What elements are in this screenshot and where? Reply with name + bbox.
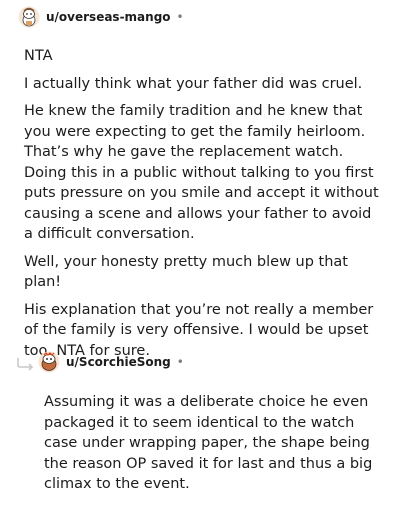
snoo-avatar-icon[interactable] <box>38 351 60 373</box>
comment-paragraph: He knew the family tradition and he knew… <box>24 103 379 242</box>
comment-header: u/ScorchieSong • <box>38 351 184 373</box>
comment-header: u/overseas-mango • <box>18 6 184 28</box>
reply-arrow-icon <box>16 356 36 371</box>
comment-paragraph: Assuming it was a deliberate choice he e… <box>44 394 373 492</box>
comment-paragraph: Well, your honesty pretty much blew up t… <box>24 253 348 291</box>
comment-body: Assuming it was a deliberate choice he e… <box>44 392 382 502</box>
snoo-avatar-icon[interactable] <box>18 6 40 28</box>
comment-paragraph: I actually think what your father did wa… <box>24 75 363 92</box>
separator-dot: • <box>176 10 184 24</box>
username-link[interactable]: u/ScorchieSong <box>66 355 171 369</box>
separator-dot: • <box>176 355 184 369</box>
comment-paragraph: NTA <box>24 48 53 64</box>
comment-body: NTA I actually think what your father di… <box>24 46 384 368</box>
username-link[interactable]: u/overseas-mango <box>46 10 171 24</box>
